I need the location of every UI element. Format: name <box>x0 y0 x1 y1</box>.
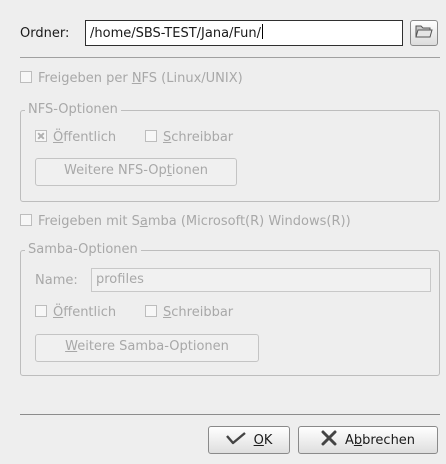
samba-name-input[interactable]: profiles <box>91 268 431 292</box>
samba-options-title: Samba-Optionen <box>25 242 141 258</box>
checkbox-box <box>20 71 32 83</box>
cancel-x-icon <box>321 430 337 450</box>
checkbox-box <box>35 130 47 142</box>
ok-label: OK <box>253 432 273 448</box>
folder-path-input[interactable]: /home/SBS-TEST/Jana/Fun/ <box>85 20 403 46</box>
cancel-button[interactable]: Abbrechen <box>298 426 438 454</box>
checkbox-box <box>35 305 47 317</box>
more-samba-options-button[interactable]: Weitere Samba-Optionen <box>35 334 259 362</box>
checkmark-icon <box>225 431 246 449</box>
folder-open-icon <box>415 23 433 43</box>
ok-button[interactable]: OK <box>208 426 290 454</box>
samba-name-label: Name: <box>35 273 78 288</box>
separator <box>20 414 440 415</box>
checkbox-box <box>145 305 157 317</box>
cancel-label: Abbrechen <box>344 432 416 448</box>
samba-public-checkbox[interactable]: Öffentlich <box>35 305 116 320</box>
checkbox-box <box>145 130 157 142</box>
browse-folder-button[interactable] <box>410 20 438 46</box>
checkbox-box <box>20 214 32 226</box>
more-nfs-options-button[interactable]: Weitere NFS-Optionen <box>35 158 237 186</box>
share-nfs-checkbox[interactable]: Freigeben per NFS (Linux/UNIX) <box>20 71 243 86</box>
nfs-options-group: NFS-Optionen <box>20 102 440 202</box>
share-samba-checkbox[interactable]: Freigeben mit Samba (Microsoft(R) Window… <box>20 214 351 229</box>
folder-label: Ordner: <box>20 26 70 41</box>
nfs-writable-checkbox[interactable]: Schreibbar <box>145 130 233 145</box>
separator <box>20 57 440 58</box>
nfs-options-title: NFS-Optionen <box>25 102 121 118</box>
nfs-public-checkbox[interactable]: Öffentlich <box>35 130 116 145</box>
samba-writable-checkbox[interactable]: Schreibbar <box>145 305 233 320</box>
